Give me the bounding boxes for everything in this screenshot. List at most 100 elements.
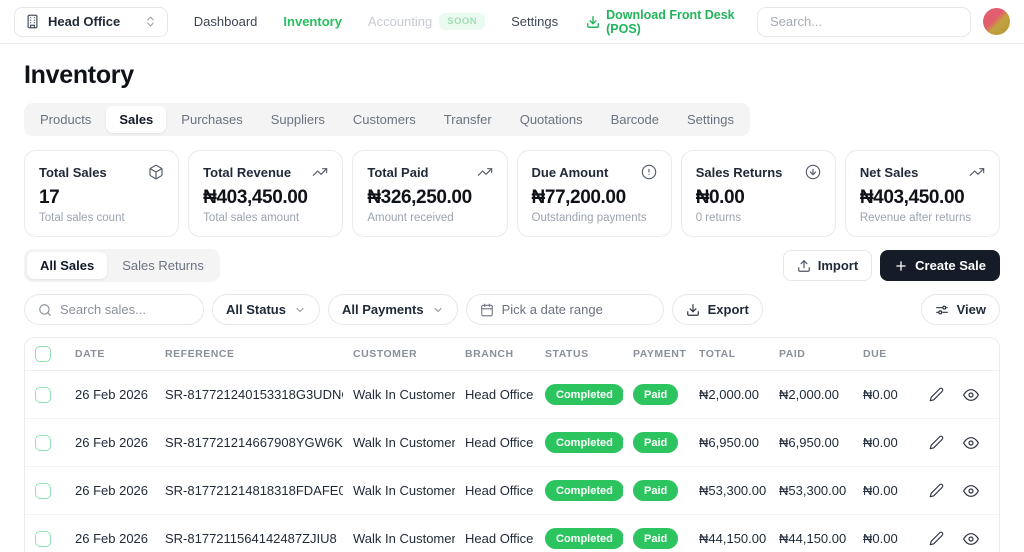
view-button[interactable]: View [920, 294, 1000, 325]
view-eye-icon[interactable] [963, 483, 979, 499]
sales-table: Date Reference Customer Branch Status Pa… [24, 337, 1000, 552]
row-checkbox[interactable] [35, 434, 51, 451]
create-sale-button[interactable]: Create Sale [880, 250, 1000, 281]
tab-purchases[interactable]: Purchases [168, 106, 255, 133]
cell-customer: Walk In Customers [343, 418, 455, 467]
package-icon [148, 164, 164, 180]
stat-sub: Revenue after returns [859, 212, 972, 224]
upload-icon [797, 259, 811, 273]
stat-sub: Outstanding payments [531, 212, 647, 224]
edit-icon[interactable] [929, 435, 944, 450]
stat-label: Total Sales [39, 164, 107, 180]
status-filter[interactable]: All Status [212, 294, 320, 325]
cell-total: ₦53,300.00 [689, 466, 769, 515]
col-due: Due [853, 338, 923, 371]
view-eye-icon[interactable] [963, 387, 979, 403]
cell-date: 26 Feb 2026 [65, 370, 155, 419]
row-checkbox[interactable] [35, 386, 51, 403]
view-eye-icon[interactable] [963, 435, 979, 451]
tab-quotations[interactable]: Quotations [507, 106, 596, 133]
nav-settings[interactable]: Settings [511, 14, 558, 29]
table-header-row: Date Reference Customer Branch Status Pa… [25, 338, 999, 371]
cell-paid: ₦2,000.00 [769, 370, 853, 419]
table-row: 26 Feb 2026 SR-817721214818318FDAFE0 Wal… [25, 466, 999, 515]
row-checkbox[interactable] [35, 482, 51, 499]
edit-icon[interactable] [929, 531, 944, 546]
subtab-sales-returns[interactable]: Sales Returns [109, 252, 217, 279]
cell-paid: ₦44,150.00 [769, 514, 853, 552]
cell-branch: Head Office [455, 466, 535, 515]
stat-sub: Total sales count [39, 212, 125, 224]
tab-suppliers[interactable]: Suppliers [258, 106, 338, 133]
edit-icon[interactable] [929, 387, 944, 402]
topbar: Head Office Dashboard Inventory Accounti… [0, 0, 1024, 44]
cell-reference: SR-817721214667908YGW6KM [155, 418, 343, 467]
alert-circle-icon [641, 164, 657, 180]
stat-label: Sales Returns [695, 164, 783, 180]
branch-selector[interactable]: Head Office [14, 6, 168, 37]
stat-value: ₦0.00 [695, 187, 745, 208]
import-button[interactable]: Import [782, 250, 873, 281]
avatar[interactable] [983, 8, 1010, 35]
select-all-checkbox[interactable] [35, 346, 51, 362]
nav-inventory[interactable]: Inventory [283, 14, 342, 29]
sales-subtabbar: All Sales Sales Returns [24, 249, 220, 282]
topbar-right [757, 6, 1010, 37]
nav-dashboard[interactable]: Dashboard [194, 14, 258, 29]
cell-date: 26 Feb 2026 [65, 466, 155, 515]
tab-transfer[interactable]: Transfer [431, 106, 505, 133]
tab-customers[interactable]: Customers [340, 106, 429, 133]
payment-badge: Paid [633, 528, 679, 549]
status-badge: Completed [545, 528, 623, 549]
export-label: Export [707, 302, 749, 317]
stat-sub: 0 returns [695, 212, 742, 224]
create-sale-label: Create Sale [915, 258, 986, 273]
sliders-icon [935, 303, 949, 317]
cell-reference: SR-817721214818318FDAFE0 [155, 466, 343, 515]
sales-actions: Import Create Sale [782, 250, 1000, 281]
view-eye-icon[interactable] [963, 531, 979, 547]
chevron-down-icon [432, 304, 444, 316]
nav-accounting: Accounting SOON [367, 13, 486, 30]
soon-badge: SOON [439, 13, 486, 30]
col-status: Status [535, 338, 623, 371]
stat-value: ₦403,450.00 [203, 187, 308, 208]
stat-value: ₦77,200.00 [531, 187, 627, 208]
payment-badge: Paid [633, 432, 679, 453]
row-checkbox[interactable] [35, 530, 51, 547]
stat-label: Total Revenue [203, 164, 292, 180]
date-range-picker[interactable]: Pick a date range [465, 294, 664, 325]
tab-barcode[interactable]: Barcode [598, 106, 672, 133]
cell-customer: Walk In Customers [343, 514, 455, 552]
subtab-all-sales[interactable]: All Sales [27, 252, 108, 279]
edit-icon[interactable] [929, 483, 944, 498]
stat-sub: Amount received [367, 212, 454, 224]
col-reference: Reference [155, 338, 343, 371]
cell-reference: SR-8177211564142487ZJIU8 [155, 514, 343, 552]
payments-filter[interactable]: All Payments [327, 294, 458, 325]
cell-branch: Head Office [455, 370, 535, 419]
col-customer: Customer [343, 338, 455, 371]
arrow-down-circle-icon [805, 164, 821, 180]
stat-label: Net Sales [859, 164, 919, 180]
stat-card-total-paid: Total Paid ₦326,250.00 Amount received [352, 150, 508, 237]
filter-bar: All Status All Payments Pick a date rang… [24, 294, 1000, 325]
table-row: 26 Feb 2026 SR-8177211564142487ZJIU8 Wal… [25, 514, 999, 552]
sales-search-input[interactable] [60, 302, 190, 317]
global-search-input[interactable] [757, 6, 971, 37]
import-label: Import [817, 258, 859, 273]
branch-label: Head Office [48, 14, 121, 29]
download-pos-link[interactable]: Download Front Desk (POS) [586, 8, 757, 36]
status-badge: Completed [545, 480, 623, 501]
nav-accounting-label: Accounting [367, 14, 433, 29]
payments-filter-label: All Payments [341, 302, 424, 317]
plus-icon [894, 259, 908, 273]
cell-reference: SR-817721240153318G3UDNO [155, 370, 343, 419]
tab-sales[interactable]: Sales [106, 106, 167, 133]
tab-products[interactable]: Products [27, 106, 104, 133]
tab-settings[interactable]: Settings [674, 106, 747, 133]
status-badge: Completed [545, 432, 623, 453]
export-button[interactable]: Export [671, 294, 763, 325]
sales-search [24, 294, 204, 325]
stat-value: 17 [39, 187, 60, 208]
